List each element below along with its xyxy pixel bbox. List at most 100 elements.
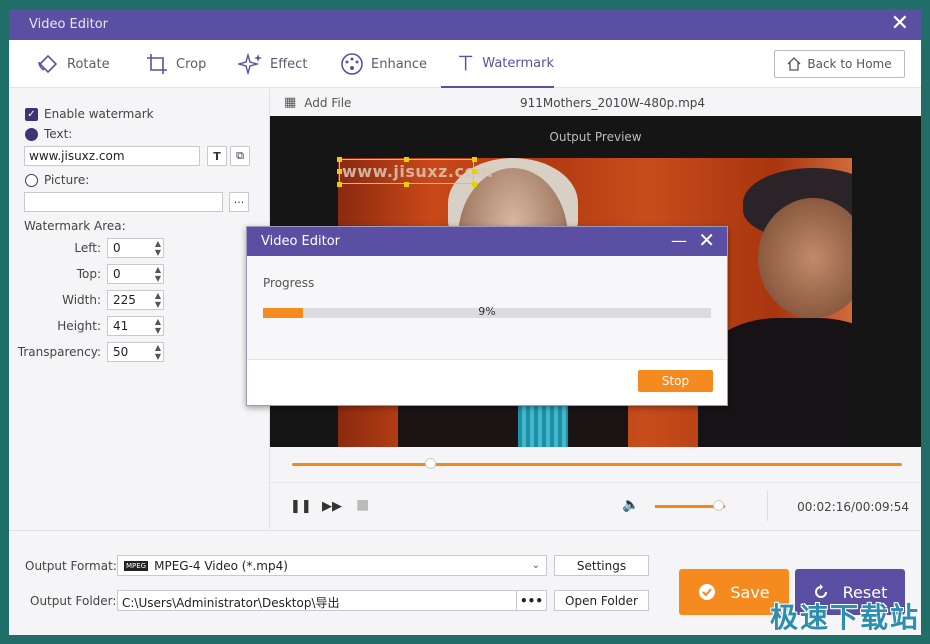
playback-controls: ❚❚ ▶▶ ■ 🔈 00:02:16/00:09:54 [270, 482, 921, 529]
back-to-home-label: Back to Home [807, 57, 892, 71]
tab-crop[interactable]: Crop [144, 40, 206, 88]
add-file-icon: ▦ [284, 95, 297, 110]
back-to-home-button[interactable]: Back to Home [774, 50, 905, 78]
text-option-row[interactable]: Text: [25, 127, 72, 141]
output-folder-label: Output Folder: [30, 594, 117, 608]
width-value: 225 [113, 293, 136, 307]
width-spinbox[interactable]: 225 ▲ ▼ [107, 290, 164, 310]
timeline [270, 447, 921, 482]
height-spinbox[interactable]: 41 ▲ ▼ [107, 316, 164, 336]
tab-watermark[interactable]: Watermark [441, 40, 554, 88]
add-file-button[interactable]: ▦ Add File [284, 95, 351, 110]
resize-handle[interactable] [472, 182, 477, 187]
height-field-label: Height: [57, 319, 101, 333]
watermark-icon [459, 55, 473, 71]
tab-watermark-label: Watermark [482, 55, 554, 71]
output-format-value: MPEG-4 Video (*.mp4) [154, 558, 288, 573]
spin-arrows-icon[interactable]: ▲ ▼ [155, 317, 161, 335]
home-icon [787, 57, 801, 71]
top-spinbox[interactable]: 0 ▲ ▼ [107, 264, 164, 284]
chevron-down-icon: ⌄ [531, 560, 540, 571]
spin-arrows-icon[interactable]: ▲ ▼ [155, 291, 161, 309]
tab-effect[interactable]: Effect [238, 40, 307, 88]
volume-thumb[interactable] [713, 500, 724, 511]
watermark-settings-panel: ✓ Enable watermark Text: T ⧉ Picture: ··… [9, 89, 269, 529]
file-header: ▦ Add File 911Mothers_2010W-480p.mp4 [270, 89, 921, 116]
next-frame-icon[interactable]: ▶▶ [322, 499, 342, 514]
watermark-area-label: Watermark Area: [24, 219, 126, 233]
progress-label: Progress [263, 276, 315, 290]
width-field-label: Width: [62, 293, 101, 307]
text-color-button[interactable]: ⧉ [230, 146, 250, 166]
left-spinbox[interactable]: 0 ▲ ▼ [107, 238, 164, 258]
height-value: 41 [113, 319, 129, 333]
timecode: 00:02:16/00:09:54 [797, 500, 909, 514]
spin-arrows-icon[interactable]: ▲ ▼ [155, 239, 161, 257]
resize-handle[interactable] [404, 182, 409, 187]
copy-icon: ⧉ [236, 149, 244, 162]
picture-radio[interactable] [25, 173, 38, 187]
resize-handle[interactable] [337, 182, 342, 187]
top-field-label: Top: [76, 267, 101, 281]
stop-icon[interactable]: ■ [356, 497, 369, 513]
picture-browse-button[interactable]: ··· [229, 192, 249, 212]
spin-arrows-icon[interactable]: ▲ ▼ [155, 265, 161, 283]
picture-path-input[interactable] [24, 192, 223, 212]
transparency-spinbox[interactable]: 50 ▲ ▼ [107, 342, 164, 362]
window-title: Video Editor [29, 17, 109, 32]
edit-toolbar: Rotate Crop Effect Enhance Watermark Bac… [9, 40, 921, 88]
dialog-title-bar: Video Editor — ✕ [247, 227, 727, 256]
resize-handle[interactable] [337, 157, 342, 162]
mpeg-icon: MPEG [124, 560, 149, 571]
folder-browse-button[interactable]: ••• [516, 591, 546, 610]
site-logo: 极速下载站 [769, 601, 920, 634]
resize-handle[interactable] [337, 169, 342, 174]
settings-button[interactable]: Settings [554, 555, 649, 576]
minimize-icon[interactable]: — [671, 231, 687, 250]
transparency-value: 50 [113, 345, 129, 359]
watermark-overlay-text: www.jisuxz.com [342, 162, 494, 181]
close-icon[interactable]: ✕ [891, 12, 909, 36]
font-icon: T [213, 149, 221, 163]
output-folder-value: C:\Users\Administrator\Desktop\导出 [122, 596, 340, 610]
resize-handle[interactable] [472, 157, 477, 162]
tab-rotate[interactable]: Rotate [35, 40, 110, 88]
enable-watermark-checkbox[interactable]: ✓ [25, 107, 38, 121]
spin-arrows-icon[interactable]: ▲ ▼ [155, 343, 161, 361]
stop-button[interactable]: Stop [638, 370, 713, 392]
picture-option-row[interactable]: Picture: [25, 173, 89, 187]
output-format-select[interactable]: MPEG MPEG-4 Video (*.mp4) ⌄ [117, 555, 547, 576]
watermark-text-input[interactable] [24, 146, 200, 166]
video-editor-window: Video Editor ✕ Rotate Crop Effect Enhanc… [9, 9, 921, 635]
picture-radio-label: Picture: [44, 173, 90, 187]
enable-watermark-row[interactable]: ✓ Enable watermark [25, 107, 154, 121]
text-font-button[interactable]: T [207, 146, 227, 166]
tab-enhance[interactable]: Enhance [339, 40, 427, 88]
transparency-field-label: Transparency: [17, 345, 101, 359]
person-figure [758, 198, 852, 318]
open-folder-button[interactable]: Open Folder [554, 590, 649, 611]
effect-icon [238, 52, 262, 76]
volume-icon[interactable]: 🔈 [622, 497, 639, 513]
check-circle-icon [699, 584, 716, 600]
resize-handle[interactable] [472, 169, 477, 174]
save-label: Save [730, 582, 770, 602]
resize-handle[interactable] [404, 157, 409, 162]
text-radio[interactable] [25, 127, 38, 141]
current-filename: 911Mothers_2010W-480p.mp4 [520, 96, 706, 110]
pause-icon[interactable]: ❚❚ [290, 499, 312, 514]
output-folder-input[interactable]: C:\Users\Administrator\Desktop\导出 ••• [117, 590, 547, 611]
progress-dialog: Video Editor — ✕ Progress 9% Stop [246, 226, 728, 406]
tab-enhance-label: Enhance [371, 56, 428, 72]
left-value: 0 [113, 241, 121, 255]
dialog-title: Video Editor [261, 234, 341, 249]
tab-crop-label: Crop [176, 56, 207, 72]
timeline-track[interactable] [292, 463, 902, 466]
progress-percent: 9% [478, 305, 496, 318]
text-radio-label: Text: [44, 127, 73, 141]
dialog-close-icon[interactable]: ✕ [698, 228, 715, 252]
controls-separator [767, 491, 768, 521]
crop-icon [147, 54, 167, 74]
tab-effect-label: Effect [270, 56, 308, 72]
timeline-thumb[interactable] [424, 458, 436, 469]
